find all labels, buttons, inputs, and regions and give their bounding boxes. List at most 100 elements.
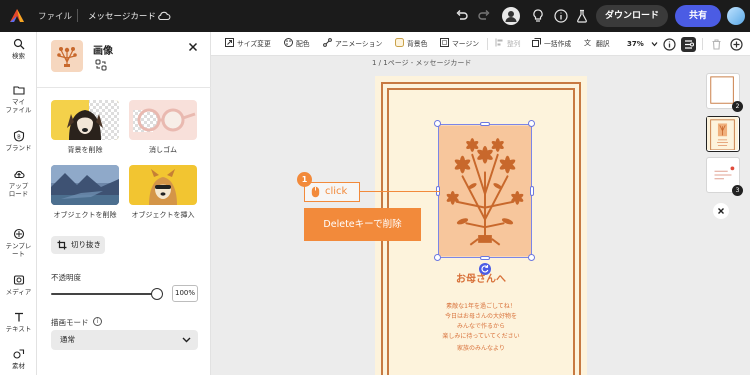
align-button[interactable]: 整列 xyxy=(495,32,521,56)
panel-title: 画像 xyxy=(93,46,113,57)
page-thumbnail-image xyxy=(707,117,738,151)
redo-icon[interactable] xyxy=(476,8,492,24)
document-title[interactable]: メッセージカード xyxy=(88,10,156,22)
annotation-step-badge: 1 xyxy=(297,172,312,187)
media-icon xyxy=(13,275,24,285)
page-thumbnail[interactable]: 3 xyxy=(706,157,743,196)
background-color-button[interactable]: 背景色 xyxy=(395,32,427,56)
resize-handle[interactable] xyxy=(480,256,490,260)
info-icon[interactable]: i xyxy=(93,317,102,326)
page-thumbnail-active[interactable] xyxy=(706,116,740,152)
background-color-icon xyxy=(395,38,404,47)
bulk-create-button[interactable]: 一括作成 xyxy=(532,32,571,56)
page-thumbnail[interactable]: 2 xyxy=(706,73,743,112)
cloud-sync-icon[interactable] xyxy=(157,9,171,23)
rail-label: テンプレ ート xyxy=(5,242,32,258)
margin-icon xyxy=(440,38,449,47)
divider xyxy=(702,38,703,50)
annotation-click-text: click xyxy=(325,186,348,197)
chevron-down-icon xyxy=(182,337,191,343)
rail-item-text[interactable]: テキスト xyxy=(0,311,37,333)
close-pages-button[interactable] xyxy=(713,203,729,219)
divider xyxy=(487,38,488,50)
file-menu[interactable]: ファイル xyxy=(38,10,72,22)
blend-mode-value: 通常 xyxy=(60,335,75,344)
resize-button[interactable]: サイズ変更 xyxy=(225,32,271,56)
info-icon[interactable] xyxy=(662,37,677,52)
background-color-label: 背景色 xyxy=(407,40,428,48)
layers-toggle-button[interactable] xyxy=(681,37,696,52)
info-icon[interactable] xyxy=(553,8,569,24)
color-button[interactable]: 配色 xyxy=(284,32,310,56)
opacity-value-field[interactable]: 100% xyxy=(172,285,198,302)
tool-label: 消しゴム xyxy=(149,146,177,154)
blend-mode-label: 描画モード xyxy=(51,318,89,327)
rail-label: ブランド xyxy=(5,144,32,152)
card-signature[interactable]: 家族のみんなより xyxy=(375,343,587,352)
image-settings-icon[interactable] xyxy=(95,59,107,71)
divider xyxy=(77,9,78,22)
rail-item-elements[interactable]: 素材 xyxy=(0,348,37,370)
card-message-line[interactable]: 楽しみに待っていてください xyxy=(375,331,587,340)
card-heading[interactable]: お母さんへ xyxy=(375,270,587,285)
rail-item-search[interactable]: 検索 xyxy=(0,38,37,60)
rail-item-upload[interactable]: アップ ロード xyxy=(0,168,37,198)
rail-item-brand[interactable]: B ブランド xyxy=(0,130,37,152)
rail-item-media[interactable]: メディア xyxy=(0,274,37,296)
trash-icon[interactable] xyxy=(709,37,724,52)
rail-item-my-files[interactable]: マイ ファイル xyxy=(0,84,37,114)
rail-label: メディア xyxy=(5,288,32,296)
align-label: 整列 xyxy=(507,40,521,48)
translate-label: 翻訳 xyxy=(596,40,610,48)
translate-button[interactable]: 文翻訳 xyxy=(584,32,610,56)
folder-icon xyxy=(12,86,25,95)
opacity-slider-track[interactable] xyxy=(51,293,157,295)
app-logo-icon[interactable] xyxy=(9,8,25,24)
add-page-icon[interactable] xyxy=(729,37,744,52)
margin-button[interactable]: マージン xyxy=(440,32,479,56)
card-message-line[interactable]: 今日はお母さんの大好物を xyxy=(375,311,587,320)
user-avatar[interactable] xyxy=(727,7,745,25)
resize-handle[interactable] xyxy=(434,120,441,127)
resize-handle[interactable] xyxy=(528,120,535,127)
download-button[interactable]: ダウンロード xyxy=(596,5,668,27)
brand-icon: B xyxy=(13,130,24,142)
resize-handle[interactable] xyxy=(528,254,535,261)
share-button[interactable]: 共有 xyxy=(675,5,721,27)
blend-mode-select[interactable]: 通常 xyxy=(51,330,198,350)
selected-flower-image[interactable] xyxy=(438,124,532,258)
card-message-line[interactable]: 素敵な1年を過ごしてね！ xyxy=(375,301,587,310)
crop-icon xyxy=(57,240,67,250)
resize-handle[interactable] xyxy=(434,254,441,261)
annotation-delete-tip: Deleteキーで削除 xyxy=(304,208,421,241)
opacity-label: 不透明度 xyxy=(51,273,81,282)
remove-background-tool[interactable]: 背景を削除 xyxy=(51,100,119,155)
selected-image-thumbnail xyxy=(51,40,83,72)
opacity-slider-handle[interactable] xyxy=(151,288,163,300)
left-rail: 検索 マイ ファイル B ブランド アップ ロード テンプレ ート メディア テ… xyxy=(0,32,37,375)
margin-label: マージン xyxy=(452,40,480,48)
eraser-tool[interactable]: 消しゴム xyxy=(129,100,197,155)
rail-label: 素材 xyxy=(12,362,25,370)
upload-icon xyxy=(13,170,25,179)
canvas-area[interactable]: 1 / 1ページ - メッセージカード お母さんへ 素敵な1年を過ごしてね！ 今… xyxy=(211,57,698,375)
card-message-line[interactable]: みんなで作るから xyxy=(375,321,587,330)
animation-button[interactable]: アニメーション xyxy=(323,32,382,56)
rail-item-template[interactable]: テンプレ ート xyxy=(0,228,37,258)
chevron-down-icon[interactable] xyxy=(651,41,658,47)
invite-user-icon[interactable] xyxy=(502,7,520,25)
insert-object-tool[interactable]: オブジェクトを挿入 xyxy=(129,165,197,220)
elements-icon xyxy=(12,349,24,359)
resize-handle[interactable] xyxy=(530,186,534,196)
lightbulb-icon[interactable] xyxy=(530,8,546,24)
remove-object-tool[interactable]: オブジェクトを削除 xyxy=(51,165,119,220)
undo-icon[interactable] xyxy=(454,8,470,24)
tool-label: 背景を削除 xyxy=(67,146,103,154)
crop-button[interactable]: 切り抜き xyxy=(51,236,105,254)
close-icon[interactable] xyxy=(187,41,199,53)
flask-icon[interactable] xyxy=(574,8,590,24)
rail-label: 検索 xyxy=(12,52,25,60)
annotation-connector-line xyxy=(360,191,440,192)
resize-handle[interactable] xyxy=(480,122,490,126)
zoom-level[interactable]: 37% xyxy=(627,32,644,56)
